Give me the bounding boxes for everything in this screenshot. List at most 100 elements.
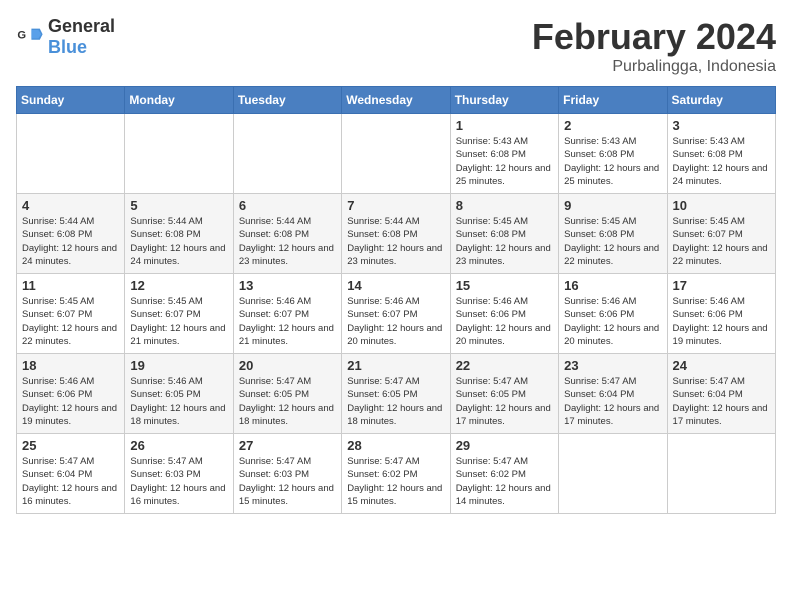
day-cell: 29 Sunrise: 5:47 AMSunset: 6:02 PMDayligh… xyxy=(450,434,558,514)
day-info: Sunrise: 5:46 AMSunset: 6:06 PMDaylight:… xyxy=(456,295,553,348)
day-number: 14 xyxy=(347,278,444,293)
day-cell: 22Sunrise: 5:47 AMSunset: 6:05 PMDayligh… xyxy=(450,354,558,434)
day-info: Sunrise: 5:47 AMSunset: 6:02 PMDaylight:… xyxy=(456,455,553,508)
day-info: Sunrise: 5:44 AMSunset: 6:08 PMDaylight:… xyxy=(347,215,444,268)
day-cell: 27 Sunrise: 5:47 AMSunset: 6:03 PMDayligh… xyxy=(233,434,341,514)
day-info: Sunrise: 5:47 AMSunset: 6:05 PMDaylight:… xyxy=(456,375,553,428)
day-info: Sunrise: 5:47 AMSunset: 6:05 PMDaylight:… xyxy=(239,375,336,428)
day-info: Sunrise: 5:43 AMSunset: 6:08 PMDaylight:… xyxy=(564,135,661,188)
day-number: 21 xyxy=(347,358,444,373)
day-info: Sunrise: 5:46 AMSunset: 6:06 PMDaylight:… xyxy=(22,375,119,428)
day-number: 11 xyxy=(22,278,119,293)
day-cell: 24Sunrise: 5:47 AMSunset: 6:04 PMDayligh… xyxy=(667,354,775,434)
svg-text:G: G xyxy=(17,29,26,41)
day-number: 20 xyxy=(239,358,336,373)
day-number: 18 xyxy=(22,358,119,373)
day-cell: 18 Sunrise: 5:46 AMSunset: 6:06 PMDayligh… xyxy=(17,354,125,434)
day-cell: 17 Sunrise: 5:46 AMSunset: 6:06 PMDayligh… xyxy=(667,274,775,354)
day-info: Sunrise: 5:47 AMSunset: 6:04 PMDaylight:… xyxy=(564,375,661,428)
day-cell xyxy=(667,434,775,514)
day-cell: 2 Sunrise: 5:43 AMSunset: 6:08 PMDaylight… xyxy=(559,114,667,194)
day-cell: 16 Sunrise: 5:46 AMSunset: 6:06 PMDayligh… xyxy=(559,274,667,354)
day-cell: 10Sunrise: 5:45 AMSunset: 6:07 PMDayligh… xyxy=(667,194,775,274)
day-cell: 26Sunrise: 5:47 AMSunset: 6:03 PMDayligh… xyxy=(125,434,233,514)
page-header: G General Blue February 2024 Purbalingga… xyxy=(16,16,776,76)
week-row-3: 11 Sunrise: 5:45 AMSunset: 6:07 PMDayligh… xyxy=(17,274,776,354)
day-info: Sunrise: 5:47 AMSunset: 6:05 PMDaylight:… xyxy=(347,375,444,428)
day-cell: 8 Sunrise: 5:45 AMSunset: 6:08 PMDaylight… xyxy=(450,194,558,274)
day-cell xyxy=(233,114,341,194)
day-info: Sunrise: 5:43 AMSunset: 6:08 PMDaylight:… xyxy=(456,135,553,188)
title-block: February 2024 Purbalingga, Indonesia xyxy=(532,16,776,76)
day-cell: 25Sunrise: 5:47 AMSunset: 6:04 PMDayligh… xyxy=(17,434,125,514)
calendar-table: SundayMondayTuesdayWednesdayThursdayFrid… xyxy=(16,86,776,514)
subtitle: Purbalingga, Indonesia xyxy=(532,58,776,76)
day-info: Sunrise: 5:45 AMSunset: 6:07 PMDaylight:… xyxy=(22,295,119,348)
day-info: Sunrise: 5:47 AMSunset: 6:03 PMDaylight:… xyxy=(239,455,336,508)
day-number: 29 xyxy=(456,438,553,453)
day-cell: 1 Sunrise: 5:43 AMSunset: 6:08 PMDaylight… xyxy=(450,114,558,194)
day-number: 16 xyxy=(564,278,661,293)
day-cell: 28 Sunrise: 5:47 AMSunset: 6:02 PMDayligh… xyxy=(342,434,450,514)
day-cell: 11 Sunrise: 5:45 AMSunset: 6:07 PMDayligh… xyxy=(17,274,125,354)
day-info: Sunrise: 5:44 AMSunset: 6:08 PMDaylight:… xyxy=(239,215,336,268)
header-row: SundayMondayTuesdayWednesdayThursdayFrid… xyxy=(17,87,776,114)
day-number: 28 xyxy=(347,438,444,453)
logo: G General Blue xyxy=(16,16,115,58)
day-number: 12 xyxy=(130,278,227,293)
day-info: Sunrise: 5:46 AMSunset: 6:06 PMDaylight:… xyxy=(564,295,661,348)
day-number: 27 xyxy=(239,438,336,453)
day-number: 1 xyxy=(456,118,553,133)
logo-text: General Blue xyxy=(48,16,115,58)
logo-general: General xyxy=(48,16,115,36)
day-cell: 19 Sunrise: 5:46 AMSunset: 6:05 PMDayligh… xyxy=(125,354,233,434)
week-row-2: 4 Sunrise: 5:44 AMSunset: 6:08 PMDaylight… xyxy=(17,194,776,274)
day-cell: 23 Sunrise: 5:47 AMSunset: 6:04 PMDayligh… xyxy=(559,354,667,434)
day-number: 19 xyxy=(130,358,227,373)
day-number: 7 xyxy=(347,198,444,213)
day-cell xyxy=(342,114,450,194)
day-number: 15 xyxy=(456,278,553,293)
header-cell-thursday: Thursday xyxy=(450,87,558,114)
day-number: 23 xyxy=(564,358,661,373)
day-number: 13 xyxy=(239,278,336,293)
day-info: Sunrise: 5:46 AMSunset: 6:07 PMDaylight:… xyxy=(347,295,444,348)
day-cell: 15 Sunrise: 5:46 AMSunset: 6:06 PMDayligh… xyxy=(450,274,558,354)
day-info: Sunrise: 5:45 AMSunset: 6:07 PMDaylight:… xyxy=(130,295,227,348)
day-info: Sunrise: 5:46 AMSunset: 6:05 PMDaylight:… xyxy=(130,375,227,428)
calendar-body: 1 Sunrise: 5:43 AMSunset: 6:08 PMDaylight… xyxy=(17,114,776,514)
day-cell xyxy=(17,114,125,194)
week-row-1: 1 Sunrise: 5:43 AMSunset: 6:08 PMDaylight… xyxy=(17,114,776,194)
calendar-header: SundayMondayTuesdayWednesdayThursdayFrid… xyxy=(17,87,776,114)
day-cell: 3 Sunrise: 5:43 AMSunset: 6:08 PMDaylight… xyxy=(667,114,775,194)
day-number: 24 xyxy=(673,358,770,373)
day-number: 26 xyxy=(130,438,227,453)
logo-blue: Blue xyxy=(48,37,87,57)
header-cell-saturday: Saturday xyxy=(667,87,775,114)
day-info: Sunrise: 5:44 AMSunset: 6:08 PMDaylight:… xyxy=(130,215,227,268)
day-cell: 12 Sunrise: 5:45 AMSunset: 6:07 PMDayligh… xyxy=(125,274,233,354)
header-cell-sunday: Sunday xyxy=(17,87,125,114)
day-number: 8 xyxy=(456,198,553,213)
day-number: 10 xyxy=(673,198,770,213)
day-number: 4 xyxy=(22,198,119,213)
day-info: Sunrise: 5:46 AMSunset: 6:07 PMDaylight:… xyxy=(239,295,336,348)
day-info: Sunrise: 5:45 AMSunset: 6:08 PMDaylight:… xyxy=(456,215,553,268)
day-cell: 9Sunrise: 5:45 AMSunset: 6:08 PMDaylight… xyxy=(559,194,667,274)
day-number: 25 xyxy=(22,438,119,453)
day-cell xyxy=(559,434,667,514)
day-cell: 6 Sunrise: 5:44 AMSunset: 6:08 PMDaylight… xyxy=(233,194,341,274)
day-number: 6 xyxy=(239,198,336,213)
day-info: Sunrise: 5:46 AMSunset: 6:06 PMDaylight:… xyxy=(673,295,770,348)
week-row-4: 18 Sunrise: 5:46 AMSunset: 6:06 PMDayligh… xyxy=(17,354,776,434)
day-info: Sunrise: 5:44 AMSunset: 6:08 PMDaylight:… xyxy=(22,215,119,268)
day-number: 17 xyxy=(673,278,770,293)
day-number: 2 xyxy=(564,118,661,133)
day-number: 3 xyxy=(673,118,770,133)
day-cell: 7 Sunrise: 5:44 AMSunset: 6:08 PMDaylight… xyxy=(342,194,450,274)
day-info: Sunrise: 5:43 AMSunset: 6:08 PMDaylight:… xyxy=(673,135,770,188)
day-info: Sunrise: 5:47 AMSunset: 6:02 PMDaylight:… xyxy=(347,455,444,508)
day-cell: 5 Sunrise: 5:44 AMSunset: 6:08 PMDaylight… xyxy=(125,194,233,274)
main-title: February 2024 xyxy=(532,16,776,58)
day-number: 5 xyxy=(130,198,227,213)
